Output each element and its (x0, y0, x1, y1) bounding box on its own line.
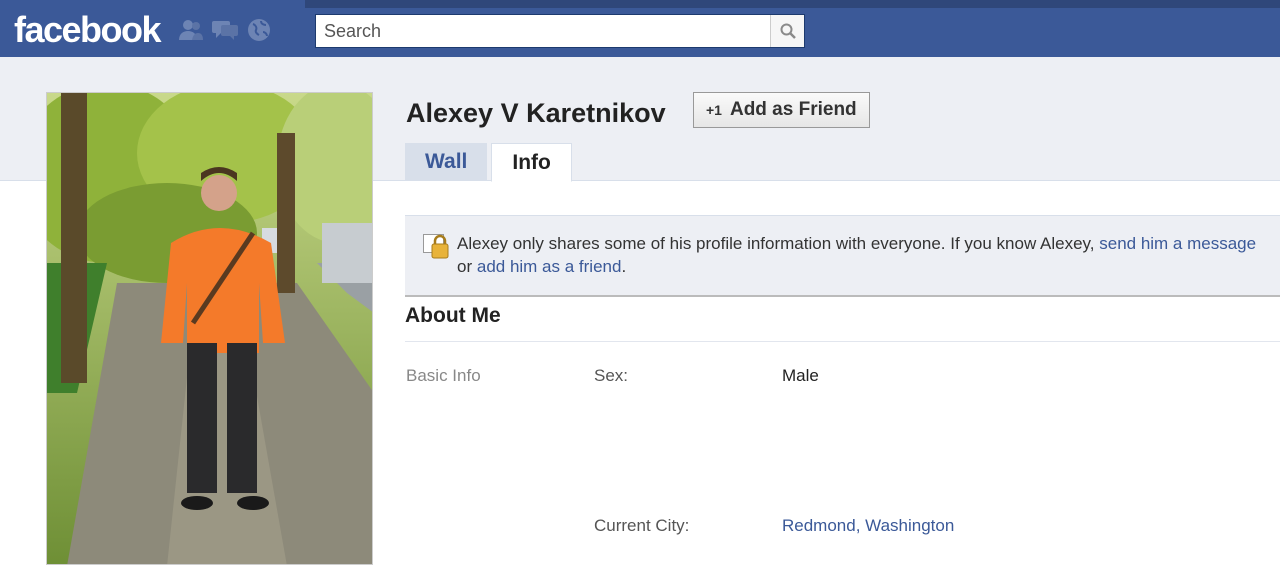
lock-icon (423, 234, 449, 259)
top-bar-strip (305, 0, 1280, 8)
messages-icon[interactable] (212, 17, 238, 43)
search-input[interactable] (316, 15, 770, 47)
notice-text-end: . (621, 257, 627, 276)
globe-icon[interactable] (246, 17, 272, 43)
profile-photo-image (47, 93, 372, 564)
sex-value: Male (782, 366, 819, 385)
profile-photo[interactable] (46, 92, 373, 565)
friends-icon[interactable] (178, 17, 204, 43)
tab-info[interactable]: Info (491, 143, 572, 182)
notice-text: Alexey only shares some of his profile i… (457, 234, 1095, 253)
about-me-divider (405, 341, 1280, 342)
search-icon (780, 23, 796, 39)
basic-info-label: Basic Info (406, 366, 481, 385)
notice-text-or: or (457, 257, 473, 276)
privacy-notice: Alexey only shares some of his profile i… (405, 215, 1280, 297)
search-button[interactable] (770, 15, 804, 47)
search-box (315, 14, 805, 48)
add-friend-icon: +1 (706, 102, 722, 118)
profile-tabs: Wall Info (405, 143, 572, 182)
profile-name: Alexey V Karetnikov (406, 98, 666, 128)
add-friend-link[interactable]: add him as a friend (477, 257, 622, 276)
add-friend-button[interactable]: +1 Add as Friend (693, 92, 870, 128)
jewel-group (178, 16, 272, 44)
current-city-label: Current City: (594, 516, 690, 535)
top-bar: facebook (0, 0, 1280, 57)
add-friend-label: Add as Friend (729, 99, 857, 120)
send-message-link[interactable]: send him a message (1099, 234, 1256, 253)
sex-label: Sex: (594, 366, 629, 385)
about-me-heading: About Me (405, 304, 501, 327)
current-city-link[interactable]: Redmond, Washington (782, 516, 954, 536)
facebook-logo[interactable]: facebook (14, 6, 162, 54)
tab-wall[interactable]: Wall (405, 143, 488, 181)
